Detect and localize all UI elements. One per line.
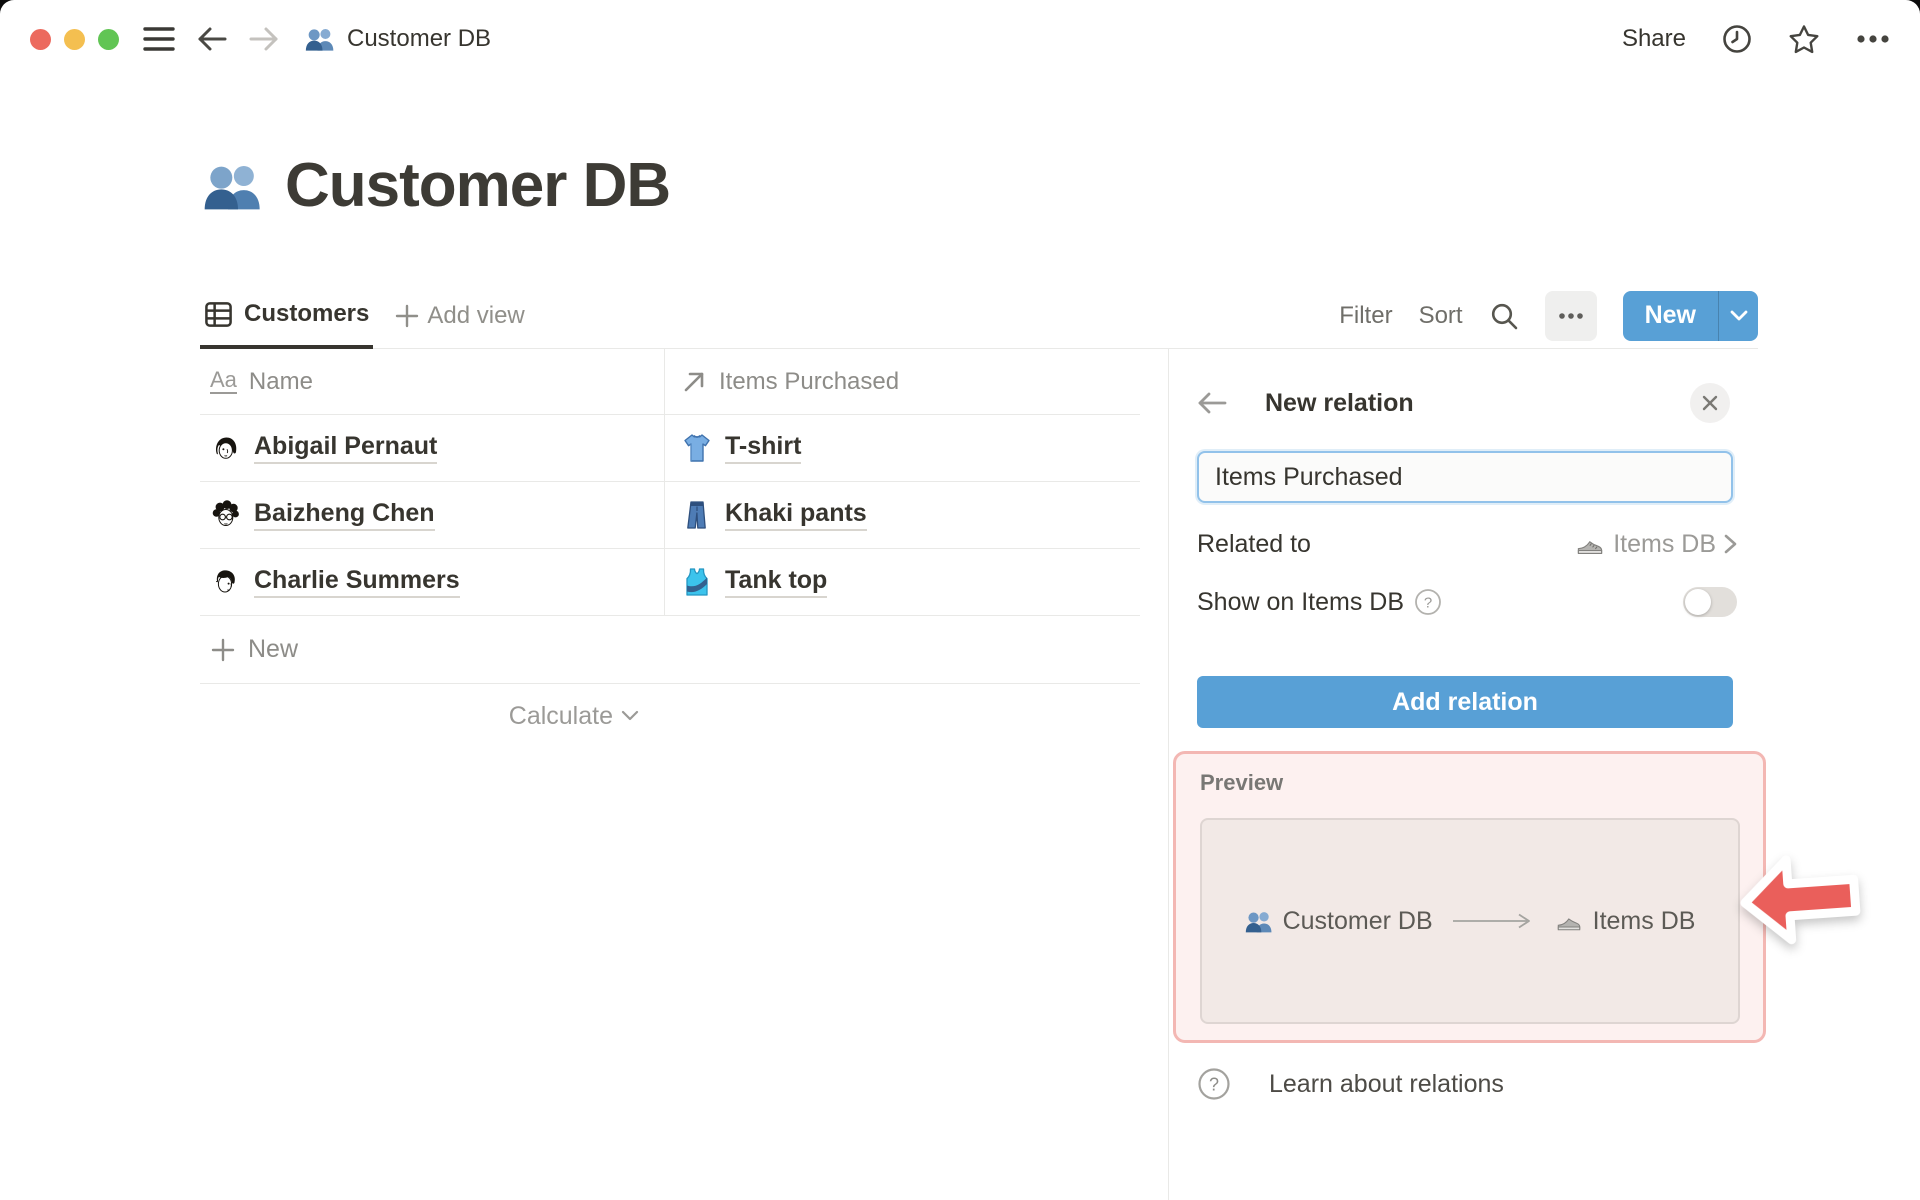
add-view-label: Add view [427, 301, 525, 329]
people-icon-large[interactable] [203, 159, 263, 213]
help-circle-icon: ? [1198, 1068, 1230, 1100]
calculate-row: Calculate [200, 684, 1140, 748]
page-header: Customer DB [203, 150, 671, 221]
calculate-button[interactable]: Calculate [200, 684, 665, 748]
relation-preview-card: Customer DB Items DB [1200, 818, 1740, 1024]
chevron-down-icon [621, 710, 639, 721]
cell-name-charlie[interactable]: Charlie Summers [200, 549, 665, 615]
new-dropdown-button[interactable] [1718, 290, 1758, 341]
related-to-value: Items DB [1613, 529, 1716, 558]
sneaker-icon [1575, 531, 1605, 557]
table-header-row: Aa Name Items Purchased [200, 349, 1140, 415]
relation-name-input[interactable] [1197, 451, 1733, 503]
plus-icon [210, 637, 236, 663]
preview-annotation-highlight: Preview Customer DB Items DB [1173, 751, 1766, 1043]
row-title-link[interactable]: Abigail Pernaut [254, 432, 438, 464]
people-icon [305, 25, 335, 53]
row-title-link[interactable]: Baizheng Chen [254, 499, 435, 531]
item-link[interactable]: T-shirt [725, 432, 802, 464]
titlebar: Customer DB Share [0, 0, 1920, 78]
show-on-toggle[interactable] [1683, 587, 1737, 617]
column-header-items-purchased[interactable]: Items Purchased [665, 349, 1140, 414]
panel-title: New relation [1265, 388, 1414, 417]
close-window-button[interactable] [30, 28, 51, 50]
preview-target-label: Items DB [1592, 906, 1696, 935]
column-items-label: Items Purchased [719, 367, 900, 395]
svg-text:?: ? [1209, 1075, 1219, 1095]
chevron-right-icon [1724, 534, 1737, 554]
cell-name-baizheng[interactable]: Baizheng Chen [200, 482, 665, 548]
annotation-red-arrow [1740, 855, 1861, 945]
learn-about-relations-link[interactable]: ? Learn about relations [1197, 1059, 1504, 1109]
new-row-label: New [248, 635, 299, 663]
pants-icon [681, 499, 713, 531]
related-to-row[interactable]: Related to Items DB [1197, 517, 1737, 571]
new-relation-panel: New relation Related to Items DB Show on… [1168, 349, 1920, 1200]
view-more-button[interactable] [1544, 290, 1597, 341]
sidebar-menu-icon[interactable] [143, 26, 175, 52]
forward-arrow-icon[interactable] [249, 26, 279, 52]
favorite-star-icon[interactable] [1788, 24, 1820, 54]
more-options-icon[interactable] [1856, 34, 1890, 44]
new-row-button[interactable]: New [200, 616, 1140, 684]
sneaker-icon [1555, 909, 1583, 933]
help-circle-icon[interactable]: ? [1414, 588, 1442, 616]
table-row: Charlie Summers Tank top [200, 549, 1140, 616]
add-relation-button[interactable]: Add relation [1197, 676, 1733, 728]
customers-table: Aa Name Items Purchased Abigail Pernaut [200, 349, 1140, 748]
column-name-label: Name [248, 367, 313, 395]
new-button[interactable]: New [1622, 290, 1718, 341]
back-arrow-icon[interactable] [197, 26, 227, 52]
avatar-baizheng [210, 499, 242, 531]
column-header-name[interactable]: Aa Name [200, 349, 665, 414]
relation-arrow-icon [681, 369, 707, 395]
related-to-label: Related to [1197, 529, 1311, 558]
tshirt-icon [681, 432, 713, 464]
app-window: Customer DB Share Customer DB Customers … [0, 0, 1920, 1200]
new-split-button: New [1622, 290, 1758, 341]
table-view-icon [204, 300, 233, 329]
title-property-icon: Aa [210, 367, 237, 394]
cell-item-tshirt[interactable]: T-shirt [665, 415, 1140, 481]
table-row: Abigail Pernaut T-shirt [200, 415, 1140, 482]
traffic-lights [30, 28, 119, 50]
show-on-label: Show on Items DB [1197, 587, 1405, 616]
share-button[interactable]: Share [1622, 25, 1686, 53]
panel-back-icon[interactable] [1197, 391, 1227, 415]
row-title-link[interactable]: Charlie Summers [254, 566, 460, 598]
learn-label: Learn about relations [1269, 1069, 1504, 1098]
item-link[interactable]: Tank top [725, 566, 828, 598]
breadcrumb[interactable]: Customer DB [305, 25, 491, 53]
cell-name-abigail[interactable]: Abigail Pernaut [200, 415, 665, 481]
page-title[interactable]: Customer DB [285, 150, 671, 221]
toggle-knob [1685, 589, 1711, 615]
avatar-charlie [210, 566, 242, 598]
search-icon[interactable] [1489, 301, 1519, 331]
avatar-abigail [210, 432, 242, 464]
preview-source-label: Customer DB [1282, 906, 1433, 935]
tab-customers[interactable]: Customers [200, 283, 374, 349]
cell-item-tank-top[interactable]: Tank top [665, 549, 1140, 615]
tank-top-icon [681, 566, 713, 598]
calculate-label: Calculate [508, 701, 613, 730]
zoom-window-button[interactable] [98, 28, 119, 50]
cell-item-khaki-pants[interactable]: Khaki pants [665, 482, 1140, 548]
add-view-button[interactable]: Add view [383, 283, 536, 348]
plus-icon [395, 304, 419, 328]
preview-section-label: Preview [1200, 770, 1284, 795]
filter-button[interactable]: Filter [1339, 302, 1392, 330]
item-link[interactable]: Khaki pants [725, 499, 867, 531]
relation-direction-arrow [1452, 913, 1530, 929]
history-clock-icon[interactable] [1722, 24, 1752, 54]
breadcrumb-title: Customer DB [347, 25, 492, 52]
people-icon-small [1245, 909, 1273, 934]
svg-text:?: ? [1424, 595, 1432, 612]
tab-customers-label: Customers [244, 300, 370, 327]
table-row: Baizheng Chen Khaki pants [200, 482, 1140, 549]
minimize-window-button[interactable] [64, 28, 85, 50]
sort-button[interactable]: Sort [1419, 302, 1463, 330]
show-on-row: Show on Items DB ? [1197, 575, 1737, 629]
view-toolbar: Customers Add view Filter Sort New [200, 283, 1758, 349]
panel-close-icon[interactable] [1690, 383, 1730, 423]
